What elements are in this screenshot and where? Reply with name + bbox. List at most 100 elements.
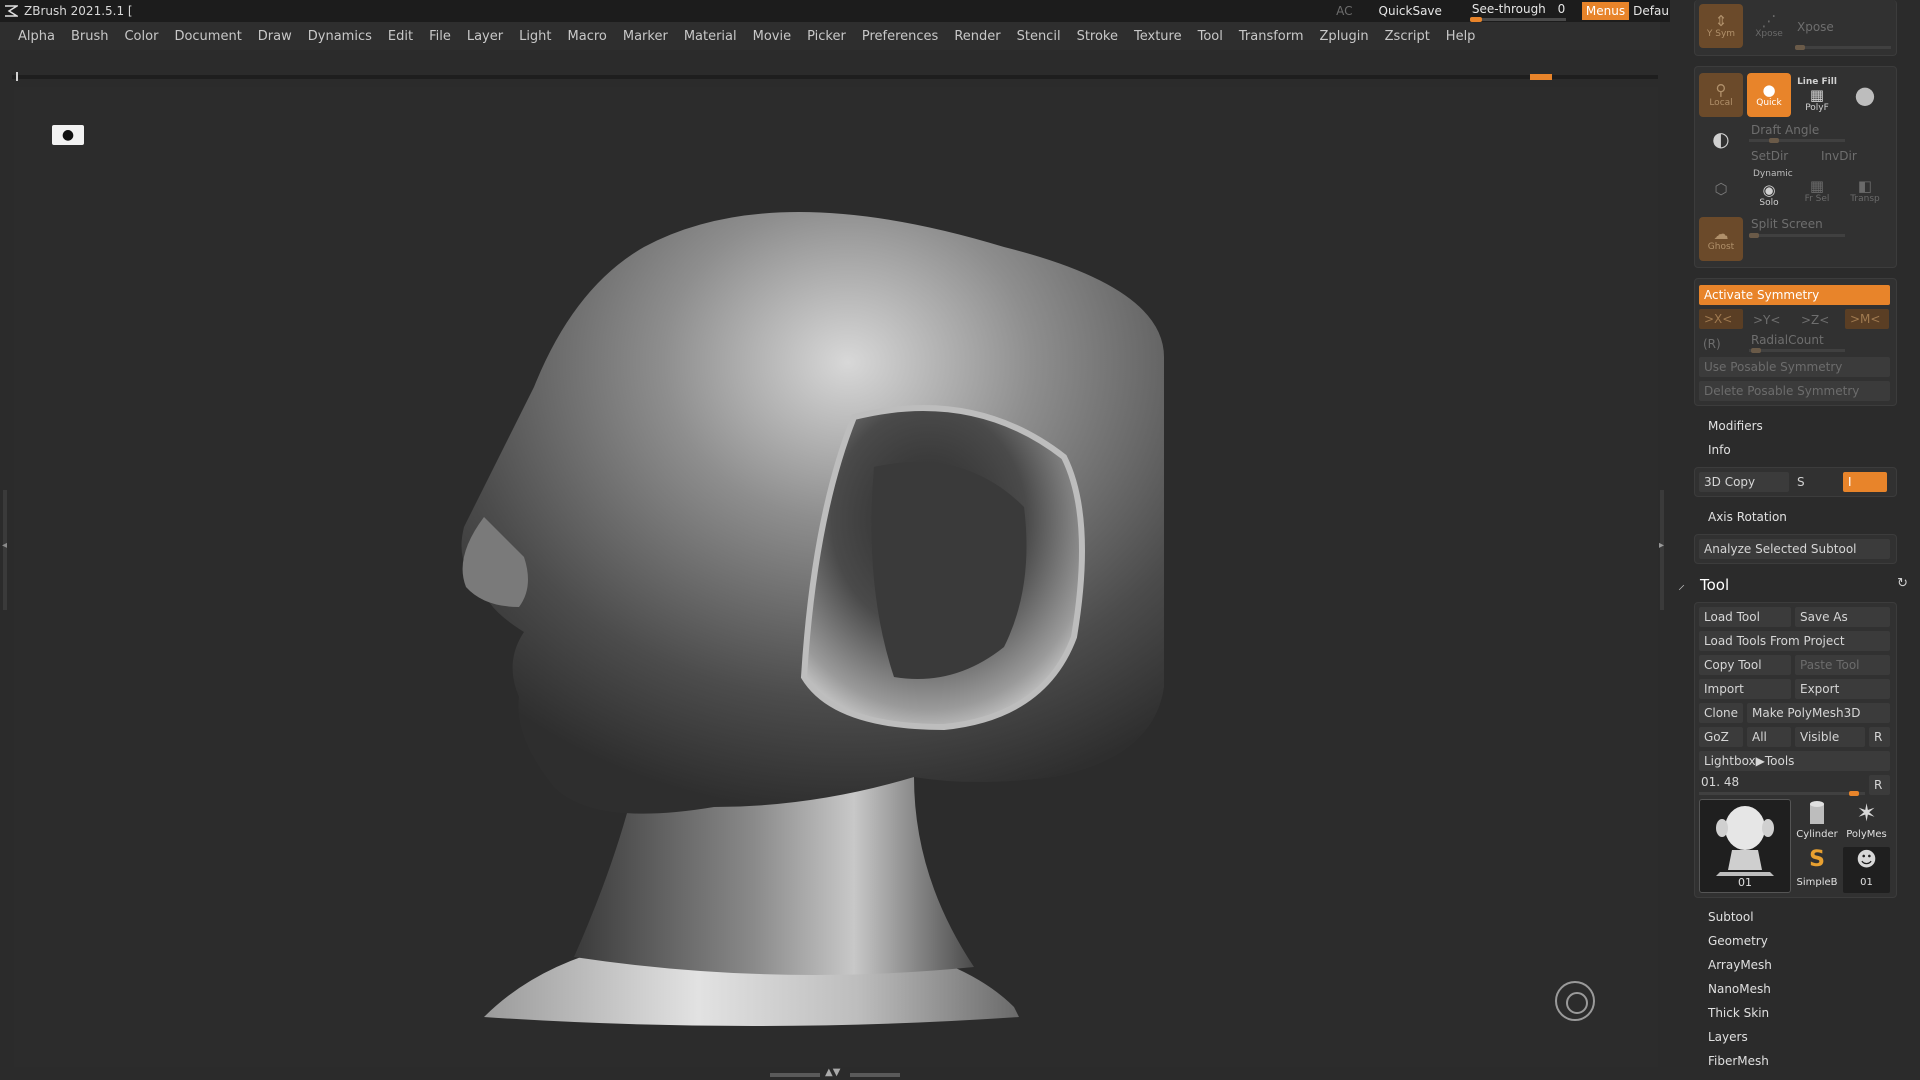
menu-zplugin[interactable]: Zplugin [1312, 29, 1377, 44]
menu-stencil[interactable]: Stencil [1009, 29, 1069, 44]
menu-picker[interactable]: Picker [799, 29, 854, 44]
make-polymesh3d-button[interactable]: Make PolyMesh3D [1747, 703, 1890, 723]
transp-button[interactable]: ◧ Transp [1843, 173, 1887, 209]
tool-thumb-small[interactable]: ☻ 01 [1843, 847, 1890, 893]
draft-angle-knob[interactable] [1769, 138, 1779, 143]
sym-r-button[interactable]: (R) [1703, 337, 1721, 351]
menu-marker[interactable]: Marker [615, 29, 676, 44]
menu-brush[interactable]: Brush [63, 29, 117, 44]
menu-draw[interactable]: Draw [250, 29, 300, 44]
quick-button[interactable]: ● Quick [1747, 73, 1791, 117]
right-tray-handle[interactable]: ▸ [1654, 490, 1668, 610]
fibermesh-section[interactable]: FiberMesh [1708, 1054, 1769, 1068]
polyf-button[interactable]: Line Fill ▦ PolyF [1795, 73, 1839, 117]
tool-palette-header[interactable]: ⸝ Tool ↻ [1674, 574, 1910, 596]
activate-symmetry-button[interactable]: Activate Symmetry [1699, 285, 1890, 305]
goz-all-button[interactable]: All [1747, 727, 1791, 747]
xpose-button[interactable]: ⋰ Xpose [1747, 4, 1791, 48]
paste-tool-button[interactable]: Paste Tool [1795, 655, 1890, 675]
goz-visible-button[interactable]: Visible [1795, 727, 1865, 747]
tool-slider-r-button[interactable]: R [1869, 775, 1890, 795]
split-screen-knob[interactable] [1749, 233, 1759, 238]
delete-posable-symmetry-button[interactable]: Delete Posable Symmetry [1699, 381, 1890, 401]
canvas-viewport[interactable]: ● [14, 87, 1658, 1067]
navigation-circle-icon[interactable] [1555, 981, 1595, 1021]
menu-texture[interactable]: Texture [1126, 29, 1190, 44]
bottom-tray-bar-right[interactable] [850, 1073, 900, 1077]
export-button[interactable]: Export [1795, 679, 1890, 699]
tool-thumb-main[interactable]: 01 [1699, 799, 1791, 893]
timeline-bar[interactable] [12, 70, 1658, 84]
goz-button[interactable]: GoZ [1699, 727, 1743, 747]
menu-alpha[interactable]: Alpha [10, 29, 63, 44]
solo-button[interactable]: ◉ Solo [1747, 177, 1791, 213]
radial-count-slider[interactable] [1749, 348, 1845, 353]
frsel-button[interactable]: ▦ Fr Sel [1795, 173, 1839, 209]
ysym-button[interactable]: ⇕ Y Sym [1699, 4, 1743, 48]
left-tray-arrow-icon[interactable]: ◂ [2, 540, 7, 551]
menu-help[interactable]: Help [1438, 29, 1484, 44]
menu-movie[interactable]: Movie [745, 29, 799, 44]
bottom-tray-arrow-icon[interactable]: ▲▼ [825, 1067, 840, 1078]
sym-m-button[interactable]: >M< [1845, 309, 1889, 329]
analyze-selected-subtool-button[interactable]: Analyze Selected Subtool [1699, 539, 1890, 559]
copy3d-button[interactable]: 3D Copy [1699, 472, 1789, 492]
menu-material[interactable]: Material [676, 29, 745, 44]
menu-zscript[interactable]: Zscript [1377, 29, 1438, 44]
lightbox-tools-button[interactable]: Lightbox▶Tools [1699, 751, 1890, 771]
layers-section[interactable]: Layers [1708, 1030, 1748, 1044]
tool-thumb-simpleb[interactable]: S SimpleB [1795, 847, 1839, 893]
timeline-track[interactable] [12, 75, 1658, 79]
xpose-slider[interactable] [1795, 45, 1891, 50]
timeline-marker[interactable] [1530, 74, 1552, 80]
cube-button[interactable]: ⬡ [1699, 171, 1743, 207]
goz-r-button[interactable]: R [1869, 727, 1890, 747]
material-sphere-button[interactable]: ● [1843, 73, 1887, 117]
menu-document[interactable]: Document [166, 29, 249, 44]
import-button[interactable]: Import [1699, 679, 1791, 699]
setdir-button[interactable]: SetDir [1751, 149, 1788, 163]
tool-thumb-cylinder[interactable]: Cylinder [1795, 799, 1839, 843]
arraymesh-section[interactable]: ArrayMesh [1708, 958, 1772, 972]
left-tray-handle[interactable]: ◂ [0, 490, 10, 610]
menu-layer[interactable]: Layer [459, 29, 511, 44]
clone-button[interactable]: Clone [1699, 703, 1743, 723]
menu-color[interactable]: Color [116, 29, 166, 44]
thick-skin-section[interactable]: Thick Skin [1708, 1006, 1769, 1020]
load-tool-button[interactable]: Load Tool [1699, 607, 1791, 627]
quicksave-button[interactable]: QuickSave [1379, 4, 1442, 18]
geometry-section[interactable]: Geometry [1708, 934, 1768, 948]
menu-light[interactable]: Light [511, 29, 559, 44]
draft-angle-slider[interactable] [1749, 138, 1845, 143]
menus-toggle[interactable]: Menus [1581, 2, 1630, 20]
modifiers-section[interactable]: Modifiers [1708, 419, 1763, 433]
see-through-slider[interactable]: See-through 0 [1466, 0, 1570, 22]
subtool-section[interactable]: Subtool [1708, 910, 1754, 924]
save-as-button[interactable]: Save As [1795, 607, 1890, 627]
menu-preferences[interactable]: Preferences [854, 29, 946, 44]
info-section[interactable]: Info [1708, 443, 1731, 457]
menu-tool[interactable]: Tool [1190, 29, 1231, 44]
right-tray-arrow-icon[interactable]: ▸ [1659, 540, 1664, 551]
nanomesh-section[interactable]: NanoMesh [1708, 982, 1771, 996]
menu-file[interactable]: File [421, 29, 459, 44]
menu-dynamics[interactable]: Dynamics [300, 29, 380, 44]
local-button[interactable]: ⚲ Local [1699, 73, 1743, 117]
menu-macro[interactable]: Macro [560, 29, 615, 44]
copy-tool-button[interactable]: Copy Tool [1699, 655, 1791, 675]
ac-button[interactable]: AC [1336, 4, 1352, 18]
sym-z-button[interactable]: >Z< [1801, 313, 1829, 327]
bottom-tray-handle[interactable]: ▲▼ [770, 1067, 900, 1080]
menu-edit[interactable]: Edit [380, 29, 421, 44]
copy3d-i-field[interactable]: I [1843, 472, 1887, 492]
radial-count-knob[interactable] [1751, 348, 1761, 353]
menu-render[interactable]: Render [946, 29, 1008, 44]
sculpt-model[interactable] [14, 87, 1658, 1067]
load-tools-from-project-button[interactable]: Load Tools From Project [1699, 631, 1890, 651]
menu-transform[interactable]: Transform [1231, 29, 1312, 44]
use-posable-symmetry-button[interactable]: Use Posable Symmetry [1699, 357, 1890, 377]
bottom-tray-bar-left[interactable] [770, 1073, 820, 1077]
axis-rotation-section[interactable]: Axis Rotation [1708, 510, 1787, 524]
refresh-icon[interactable]: ↻ [1897, 576, 1908, 591]
tool-thumb-polymesh[interactable]: ✶ PolyMes [1843, 799, 1890, 843]
